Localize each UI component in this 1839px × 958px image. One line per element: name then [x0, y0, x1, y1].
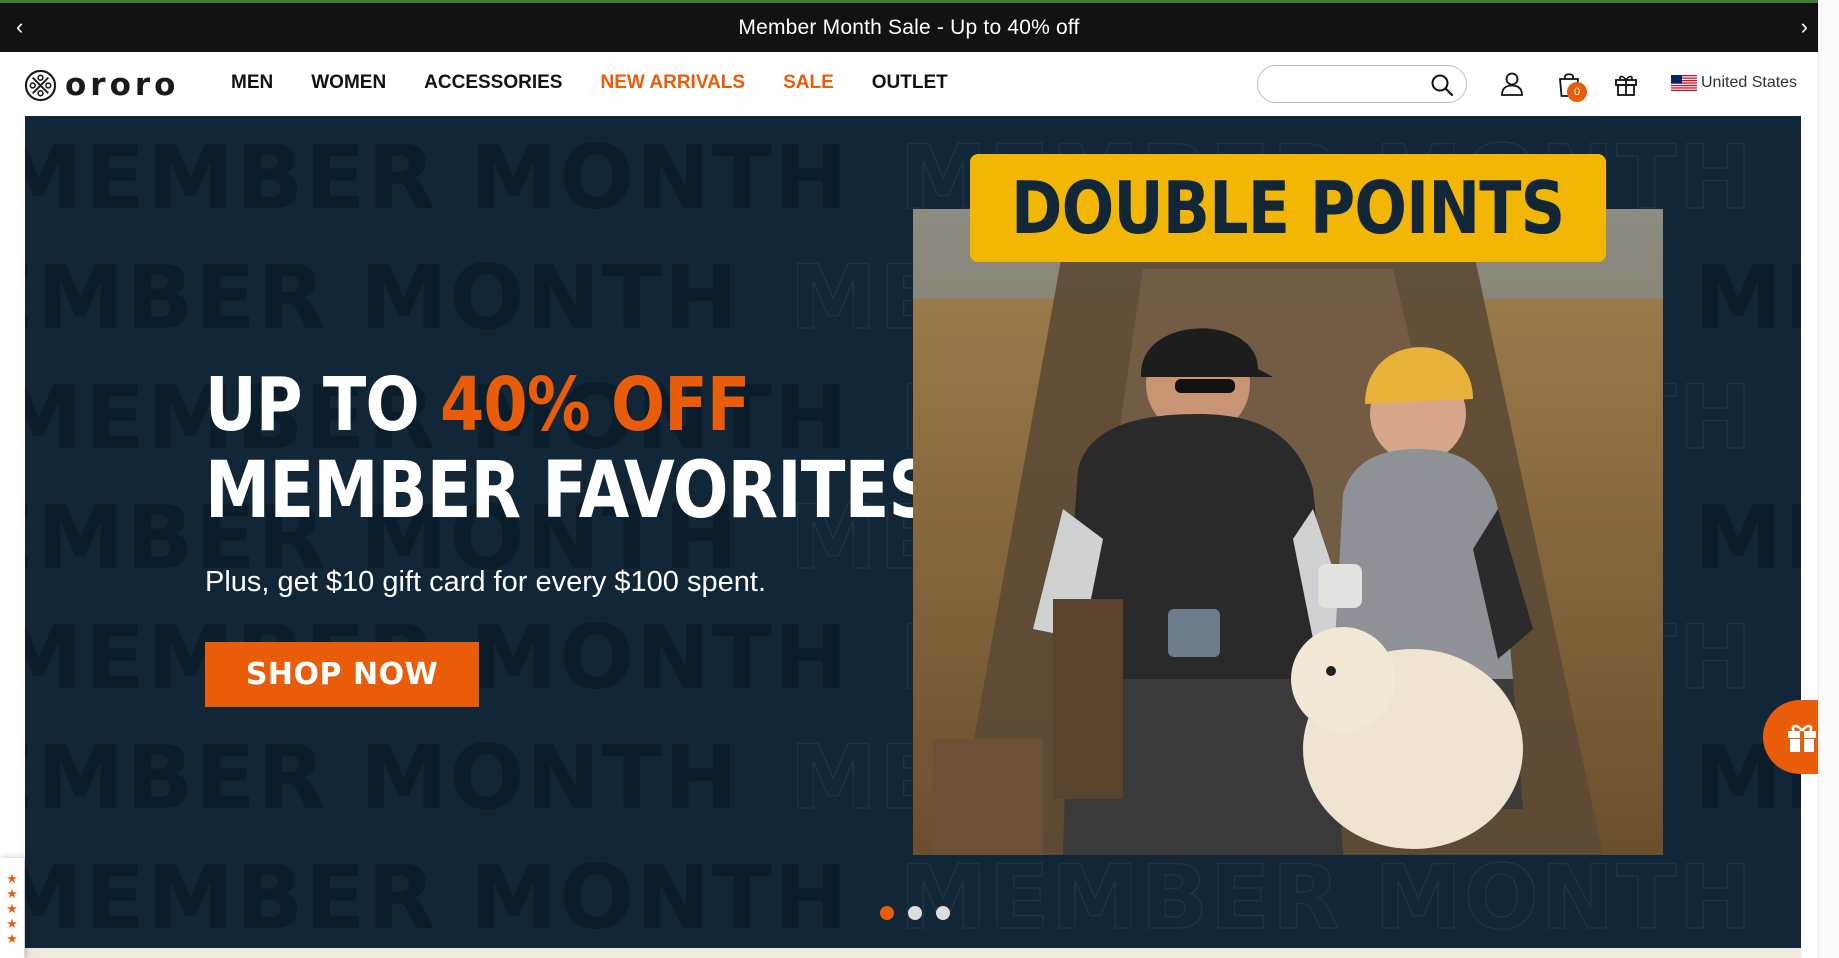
announcement-text[interactable]: Member Month Sale - Up to 40% off	[738, 16, 1079, 40]
search-icon[interactable]	[1430, 73, 1454, 97]
watermark-text: MEMBER MONTH	[25, 126, 850, 229]
site-header: ororo MEN WOMEN ACCESSORIES NEW ARRIVALS…	[0, 52, 1818, 116]
nav-item-new-arrivals[interactable]: NEW ARRIVALS	[600, 72, 745, 94]
logo[interactable]: ororo	[24, 67, 179, 103]
watermark-text: MEMBER MONTH	[1694, 246, 1801, 349]
watermark-row: MEMBER MONTHMEMBER MONTHMEMBER MONTHMEMB…	[25, 853, 1801, 943]
us-flag-icon	[1671, 75, 1697, 91]
double-points-badge: DOUBLE POINTS	[970, 154, 1606, 262]
announcement-bar: ‹ Member Month Sale - Up to 40% off ›	[0, 0, 1818, 52]
logo-mark-icon	[24, 69, 57, 101]
account-icon[interactable]	[1498, 70, 1526, 98]
nav-item-accessories[interactable]: ACCESSORIES	[424, 72, 562, 94]
carousel-dot[interactable]	[936, 906, 950, 920]
watermark-text: MEMBER MONTH	[25, 726, 740, 829]
carousel-dots	[880, 906, 950, 920]
watermark-text: MEMBER MONTH	[25, 846, 850, 948]
hero-subtitle: Plus, get $10 gift card for every $100 s…	[205, 566, 766, 598]
gift-icon	[1788, 724, 1816, 752]
carousel-dot[interactable]	[880, 906, 894, 920]
logo-text: ororo	[65, 67, 180, 103]
star-icon: ★	[6, 930, 18, 946]
nav-item-outlet[interactable]: OUTLET	[872, 72, 948, 94]
star-icon: ★	[6, 885, 18, 901]
watermark-text: MEMBER MONTH	[1694, 486, 1801, 589]
nav-item-sale[interactable]: SALE	[783, 72, 834, 94]
hero-headline-discount: 40% OFF	[439, 362, 750, 448]
locale-label: United States	[1701, 74, 1798, 91]
next-section-edge	[25, 948, 1801, 958]
main-nav: MEN WOMEN ACCESSORIES NEW ARRIVALS SALE …	[231, 72, 986, 94]
hero-photo[interactable]	[913, 209, 1663, 855]
announcement-next-arrow-icon[interactable]: ›	[1801, 14, 1808, 40]
page-scrollbar[interactable]	[1818, 0, 1839, 958]
shop-now-button[interactable]: SHOP NOW	[205, 642, 479, 707]
watermark-text: MEMBER MONTH	[899, 846, 1755, 948]
hero-headline-line1: UP TO 40% OFF	[205, 362, 750, 448]
search-box	[1257, 65, 1467, 103]
locale-selector[interactable]: United States	[1671, 74, 1797, 92]
nav-item-women[interactable]: WOMEN	[311, 72, 386, 94]
announcement-prev-arrow-icon[interactable]: ‹	[16, 14, 23, 40]
star-icon: ★	[6, 900, 18, 916]
watermark-text: MEMBER MONTH	[25, 246, 740, 349]
nav-item-men[interactable]: MEN	[231, 72, 273, 94]
star-icon: ★	[6, 870, 18, 886]
hero-banner: MEMBER MONTH MEMBER MONTH MEMBER MONTH MEMB…	[25, 116, 1801, 948]
cart-count-badge: 0	[1567, 82, 1587, 102]
reviews-tab[interactable]: ★ ★ ★ ★ ★	[0, 858, 24, 958]
hero-headline-line2: MEMBER FAVORITES	[205, 446, 936, 536]
hero-headline-prefix: UP TO	[205, 362, 440, 448]
gift-icon[interactable]	[1612, 70, 1640, 98]
double-points-text: DOUBLE POINTS	[1011, 166, 1565, 250]
carousel-dot[interactable]	[908, 906, 922, 920]
star-icon: ★	[6, 915, 18, 931]
search-input[interactable]	[1272, 66, 1437, 102]
